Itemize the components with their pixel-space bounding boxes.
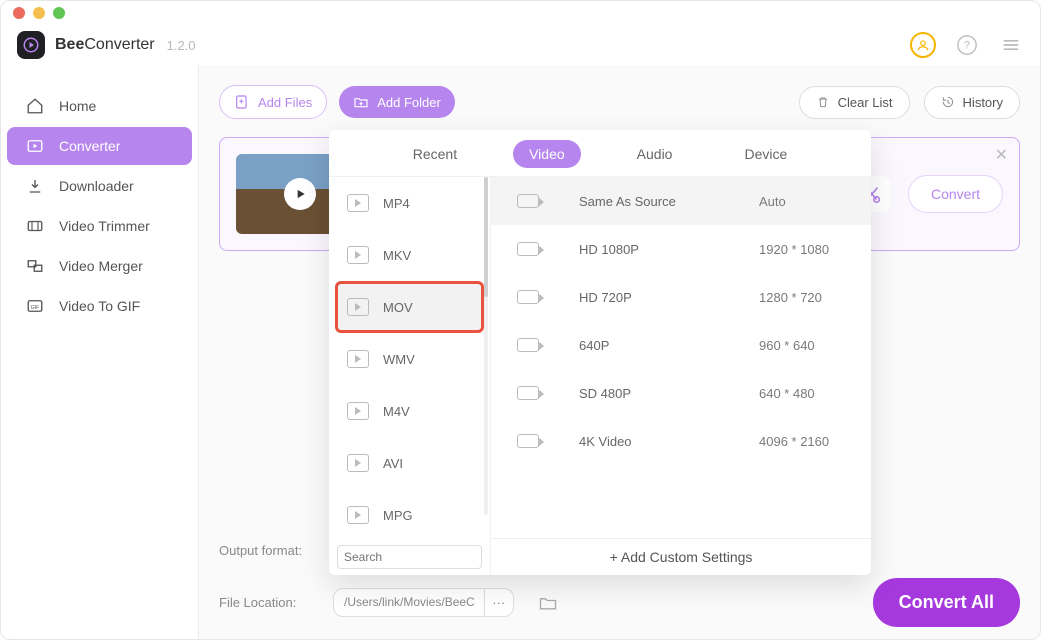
resolution-item[interactable]: 640P960 * 640 <box>491 321 871 369</box>
resolution-item[interactable]: HD 1080P1920 * 1080 <box>491 225 871 273</box>
window-close[interactable] <box>13 7 25 19</box>
format-search-input[interactable] <box>337 545 482 569</box>
file-video-icon <box>347 350 369 368</box>
file-location-more[interactable]: ··· <box>484 588 514 617</box>
sidebar-label: Home <box>59 98 96 114</box>
sidebar-item-merger[interactable]: Video Merger <box>7 247 192 285</box>
convert-label: Convert <box>931 186 980 202</box>
format-item[interactable]: MP4 <box>329 177 490 229</box>
scrollbar-thumb[interactable] <box>484 177 488 297</box>
app-logo <box>17 31 45 59</box>
account-icon[interactable] <box>910 32 936 58</box>
home-icon <box>25 97 45 115</box>
tab-audio[interactable]: Audio <box>621 140 689 168</box>
app-header: BeeConverter 1.2.0 ? <box>1 25 1040 65</box>
resolution-item[interactable]: SD 480P640 * 480 <box>491 369 871 417</box>
app-name: BeeConverter <box>55 36 155 54</box>
sidebar-label: Video Merger <box>59 258 143 274</box>
trimmer-icon <box>25 217 45 235</box>
history-button[interactable]: History <box>924 86 1020 119</box>
resolution-item[interactable]: Same As SourceAuto <box>491 177 871 225</box>
tab-device[interactable]: Device <box>728 140 803 168</box>
file-video-icon <box>347 402 369 420</box>
file-video-icon <box>347 506 369 524</box>
format-item[interactable]: MPG <box>329 489 490 539</box>
file-video-icon <box>347 298 369 316</box>
play-icon <box>284 178 316 210</box>
gif-icon: GIF <box>25 297 45 315</box>
menu-icon[interactable] <box>998 32 1024 58</box>
help-icon[interactable]: ? <box>954 32 980 58</box>
convert-button[interactable]: Convert <box>908 175 1003 213</box>
window-zoom[interactable] <box>53 7 65 19</box>
sidebar-label: Downloader <box>59 178 134 194</box>
camera-icon <box>517 290 539 304</box>
convert-all-label: Convert All <box>899 592 994 612</box>
clear-list-button[interactable]: Clear List <box>799 86 910 119</box>
download-icon <box>25 177 45 195</box>
sidebar-label: Converter <box>59 138 120 154</box>
format-item-selected[interactable]: MOV <box>335 281 484 333</box>
sidebar: Home Converter Downloader Video Trimmer … <box>1 65 199 639</box>
clear-list-label: Clear List <box>838 95 893 110</box>
resolution-item[interactable]: 4K Video4096 * 2160 <box>491 417 871 465</box>
add-files-button[interactable]: Add Files <box>219 85 327 119</box>
open-folder-button[interactable] <box>538 593 558 613</box>
sidebar-item-gif[interactable]: GIF Video To GIF <box>7 287 192 325</box>
window-minimize[interactable] <box>33 7 45 19</box>
format-item[interactable]: WMV <box>329 333 490 385</box>
output-format-label: Output format: <box>219 543 319 558</box>
tab-recent[interactable]: Recent <box>397 140 473 168</box>
sidebar-item-converter[interactable]: Converter <box>7 127 192 165</box>
converter-icon <box>25 137 45 155</box>
svg-text:GIF: GIF <box>31 305 40 311</box>
convert-all-button[interactable]: Convert All <box>873 578 1020 627</box>
sidebar-label: Video Trimmer <box>59 218 150 234</box>
file-location-label: File Location: <box>219 595 319 610</box>
add-files-label: Add Files <box>258 95 312 110</box>
camera-icon <box>517 434 539 448</box>
format-item[interactable]: MKV <box>329 229 490 281</box>
remove-item-button[interactable]: ✕ <box>995 145 1008 165</box>
tab-video[interactable]: Video <box>513 140 581 168</box>
camera-icon <box>517 194 539 208</box>
sidebar-item-downloader[interactable]: Downloader <box>7 167 192 205</box>
file-location-path[interactable]: /Users/link/Movies/BeeC <box>333 588 486 617</box>
camera-icon <box>517 386 539 400</box>
resolution-list[interactable]: Same As SourceAuto HD 1080P1920 * 1080 H… <box>491 177 871 538</box>
sidebar-label: Video To GIF <box>59 298 140 314</box>
file-video-icon <box>347 194 369 212</box>
sidebar-item-home[interactable]: Home <box>7 87 192 125</box>
format-tabs: Recent Video Audio Device <box>329 130 871 176</box>
app-version: 1.2.0 <box>167 38 196 53</box>
sidebar-item-trimmer[interactable]: Video Trimmer <box>7 207 192 245</box>
add-folder-button[interactable]: Add Folder <box>339 86 455 118</box>
add-folder-label: Add Folder <box>377 95 441 110</box>
camera-icon <box>517 338 539 352</box>
format-panel: Recent Video Audio Device MP4 MKV MOV WM… <box>329 130 871 575</box>
format-item[interactable]: M4V <box>329 385 490 437</box>
merger-icon <box>25 257 45 275</box>
resolution-item[interactable]: HD 720P1280 * 720 <box>491 273 871 321</box>
camera-icon <box>517 242 539 256</box>
add-custom-settings-button[interactable]: + Add Custom Settings <box>491 538 871 575</box>
file-video-icon <box>347 246 369 264</box>
format-list[interactable]: MP4 MKV MOV WMV M4V AVI MPG <box>329 177 490 539</box>
svg-text:?: ? <box>964 40 970 52</box>
history-label: History <box>963 95 1003 110</box>
format-item[interactable]: AVI <box>329 437 490 489</box>
file-video-icon <box>347 454 369 472</box>
